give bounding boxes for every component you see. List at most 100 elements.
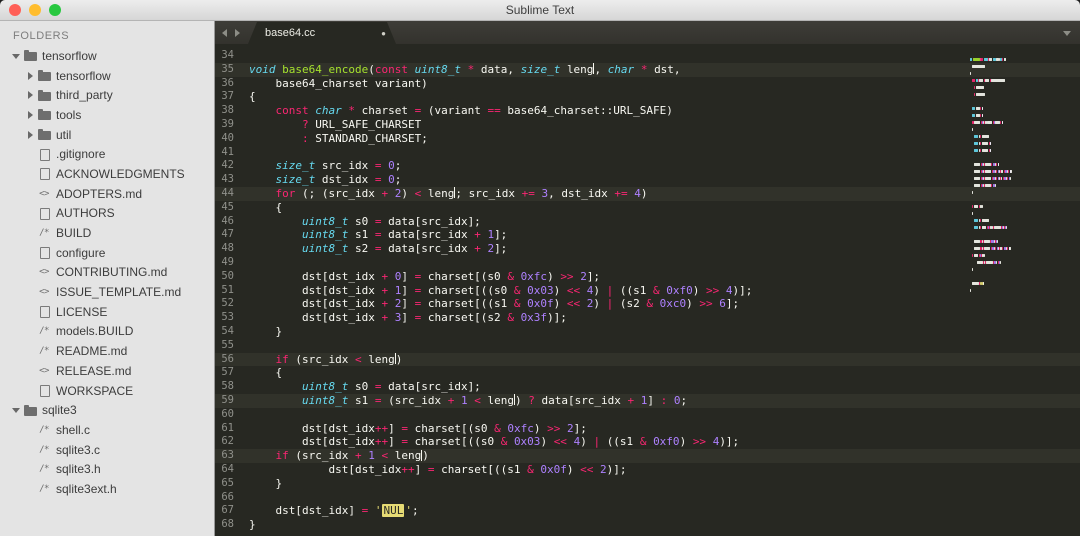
- code-line[interactable]: 40 : STANDARD_CHARSET;: [215, 132, 1080, 146]
- code-line[interactable]: 37 {: [215, 90, 1080, 104]
- markup-file-icon: <>: [39, 365, 49, 376]
- code-line-content: dst[dst_idx++] = charset[((s1 & 0x0f) <<…: [249, 462, 627, 476]
- sidebar-item-CONTRIBUTING.md[interactable]: <> CONTRIBUTING.md: [0, 263, 214, 283]
- close-window-button[interactable]: [9, 4, 21, 16]
- code-area[interactable]: 34 35 void base64_encode(const uint8_t * d…: [215, 44, 1080, 532]
- disclosure-expanded-icon[interactable]: [12, 49, 23, 63]
- unsaved-changes-dot-icon[interactable]: ●: [381, 29, 386, 38]
- sidebar-item-third_party[interactable]: third_party: [0, 85, 214, 105]
- sidebar-item-RELEASE.md[interactable]: <> RELEASE.md: [0, 361, 214, 381]
- code-line[interactable]: 63 if (src_idx + 1 < leng): [215, 449, 1080, 463]
- code-line[interactable]: 54 }: [215, 325, 1080, 339]
- sidebar-item-ADOPTERS.md[interactable]: <> ADOPTERS.md: [0, 184, 214, 204]
- code-line[interactable]: 44 for (; (src_idx + 2) < leng; src_idx …: [215, 186, 1080, 201]
- sidebar-item-label: sqlite3.h: [56, 462, 101, 477]
- code-line[interactable]: 43 size_t dst_idx = 0;: [215, 173, 1080, 187]
- sidebar-item-tools[interactable]: tools: [0, 105, 214, 125]
- tab-scroll-left-icon[interactable]: [222, 28, 227, 37]
- code-line[interactable]: 39 ? URL_SAFE_CHARSET: [215, 118, 1080, 132]
- code-line[interactable]: 52 dst[dst_idx + 2] = charset[((s1 & 0x0…: [215, 297, 1080, 311]
- tab-base64.cc[interactable]: base64.cc ●: [248, 22, 396, 44]
- code-line[interactable]: 51 dst[dst_idx + 1] = charset[((s0 & 0x0…: [215, 284, 1080, 298]
- code-line[interactable]: 48 uint8_t s2 = data[src_idx + 2];: [215, 242, 1080, 256]
- code-line[interactable]: 45 {: [215, 201, 1080, 215]
- code-line-content: uint8_t s2 = data[src_idx + 2];: [301, 242, 508, 256]
- line-number: 56: [221, 352, 234, 365]
- disclosure-collapsed-icon[interactable]: [26, 69, 37, 83]
- sidebar-item-README.md[interactable]: /* README.md: [0, 341, 214, 361]
- code-line[interactable]: 46 uint8_t s0 = data[src_idx];: [215, 215, 1080, 229]
- tab-bar: base64.cc ●: [215, 21, 1080, 44]
- code-line[interactable]: 59 uint8_t s1 = (src_idx + 1 < leng) ? d…: [215, 393, 1080, 408]
- minimap-line: [970, 112, 1030, 119]
- tab-overflow-menu-icon[interactable]: [1063, 31, 1071, 36]
- sidebar-item-LICENSE[interactable]: LICENSE: [0, 302, 214, 322]
- code-line[interactable]: 65 }: [215, 477, 1080, 491]
- code-line[interactable]: 62 dst[dst_idx++] = charset[((s0 & 0x03)…: [215, 435, 1080, 449]
- code-line[interactable]: 56 if (src_idx < leng): [215, 352, 1080, 367]
- sidebar-item-sqlite3.h[interactable]: /* sqlite3.h: [0, 459, 214, 479]
- sidebar-item-AUTHORS[interactable]: AUTHORS: [0, 204, 214, 224]
- disclosure-collapsed-icon[interactable]: [26, 88, 37, 102]
- code-line-content: for (; (src_idx + 2) < leng; src_idx += …: [275, 186, 648, 200]
- code-line[interactable]: 67 dst[dst_idx] = ' NUL ';: [215, 504, 1080, 518]
- code-line[interactable]: 34: [215, 49, 1080, 63]
- code-line[interactable]: 64 dst[dst_idx++] = charset[((s1 & 0x0f)…: [215, 463, 1080, 477]
- code-line[interactable]: 60: [215, 408, 1080, 422]
- code-line[interactable]: 53 dst[dst_idx + 3] = charset[(s2 & 0x3f…: [215, 311, 1080, 325]
- code-line[interactable]: 50 dst[dst_idx + 0] = charset[(s0 & 0xfc…: [215, 270, 1080, 284]
- minimap-line: [970, 238, 1030, 245]
- code-line[interactable]: 57 {: [215, 366, 1080, 380]
- editor[interactable]: 34 35 void base64_encode(const uint8_t * d…: [215, 44, 1080, 536]
- code-line[interactable]: 36 base64_charset variant): [215, 77, 1080, 91]
- zoom-window-button[interactable]: [49, 4, 61, 16]
- sidebar-item-models.BUILD[interactable]: /* models.BUILD: [0, 322, 214, 342]
- sidebar-item-tensorflow[interactable]: tensorflow: [0, 66, 214, 86]
- sidebar-item-tensorflow[interactable]: tensorflow: [0, 46, 214, 66]
- code-line[interactable]: 61 dst[dst_idx++] = charset[(s0 & 0xfc) …: [215, 422, 1080, 436]
- code-line[interactable]: 49: [215, 256, 1080, 270]
- disclosure-expanded-icon[interactable]: [12, 403, 23, 417]
- minimize-window-button[interactable]: [29, 4, 41, 16]
- folder-icon: [37, 128, 51, 142]
- sidebar-item-WORKSPACE[interactable]: WORKSPACE: [0, 381, 214, 401]
- code-line[interactable]: 55: [215, 339, 1080, 353]
- disclosure-collapsed-icon[interactable]: [26, 108, 37, 122]
- code-line[interactable]: 58 uint8_t s0 = data[src_idx];: [215, 380, 1080, 394]
- sidebar-item-util[interactable]: util: [0, 125, 214, 145]
- sidebar-item-BUILD[interactable]: /* BUILD: [0, 223, 214, 243]
- sidebar-item-sqlite3ext.h[interactable]: /* sqlite3ext.h: [0, 479, 214, 499]
- sidebar-item-label: tensorflow: [56, 68, 111, 83]
- sidebar-item-sqlite3[interactable]: sqlite3: [0, 400, 214, 420]
- document-file-icon: [37, 384, 51, 398]
- minimap-line: [970, 224, 1030, 231]
- line-number: 52: [221, 297, 234, 310]
- minimap-line: [970, 91, 1030, 98]
- sidebar-item-ACKNOWLEDGMENTS[interactable]: ACKNOWLEDGMENTS: [0, 164, 214, 184]
- line-number: 46: [221, 214, 234, 227]
- code-line[interactable]: 66: [215, 491, 1080, 505]
- sidebar-item-label: models.BUILD: [56, 324, 134, 339]
- sidebar-item-sqlite3.c[interactable]: /* sqlite3.c: [0, 440, 214, 460]
- line-number: 65: [221, 476, 234, 489]
- code-line[interactable]: 41: [215, 146, 1080, 160]
- code-line[interactable]: 38 const char * charset = (variant == ba…: [215, 104, 1080, 118]
- sidebar-item-.gitignore[interactable]: .gitignore: [0, 144, 214, 164]
- code-line[interactable]: 35 void base64_encode(const uint8_t * dat…: [215, 62, 1080, 77]
- sidebar-item-ISSUE_TEMPLATE.md[interactable]: <> ISSUE_TEMPLATE.md: [0, 282, 214, 302]
- tab-scroll-right-icon[interactable]: [235, 28, 240, 37]
- minimap[interactable]: [970, 49, 1030, 294]
- sidebar-item-configure[interactable]: configure: [0, 243, 214, 263]
- code-line[interactable]: 42 size_t src_idx = 0;: [215, 159, 1080, 173]
- code-line[interactable]: 47 uint8_t s1 = data[src_idx + 1];: [215, 228, 1080, 242]
- sidebar-item-shell.c[interactable]: /* shell.c: [0, 420, 214, 440]
- disclosure-collapsed-icon[interactable]: [26, 128, 37, 142]
- code-line[interactable]: 68}: [215, 518, 1080, 532]
- code-line-content: size_t src_idx = 0;: [275, 159, 402, 173]
- folder-icon: [37, 108, 51, 122]
- minimap-line: [970, 280, 1030, 287]
